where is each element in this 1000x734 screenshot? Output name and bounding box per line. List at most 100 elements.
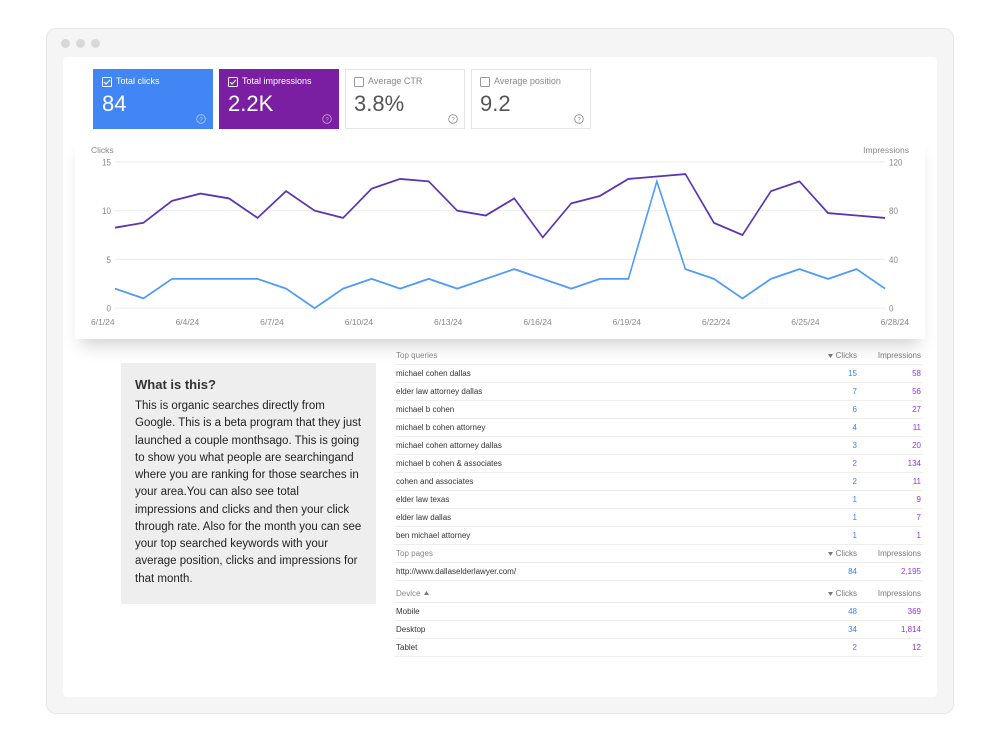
row-impressions: 1 bbox=[857, 531, 921, 540]
row-clicks: 3 bbox=[801, 441, 857, 450]
col-clicks[interactable]: Clicks bbox=[801, 549, 857, 558]
row-impressions: 11 bbox=[857, 423, 921, 432]
metric-card[interactable]: Total clicks84? bbox=[93, 69, 213, 129]
help-icon[interactable]: ? bbox=[574, 114, 584, 124]
help-icon[interactable]: ? bbox=[196, 114, 206, 124]
table-header: Top pagesClicksImpressions bbox=[394, 545, 923, 563]
svg-text:5: 5 bbox=[107, 254, 112, 265]
table-row[interactable]: ben michael attorney11 bbox=[394, 527, 923, 545]
metric-label: Average CTR bbox=[368, 76, 422, 87]
row-impressions: 27 bbox=[857, 405, 921, 414]
row-label: http://www.dallaselderlawyer.com/ bbox=[396, 567, 801, 576]
sort-asc-icon[interactable] bbox=[423, 590, 430, 597]
explainer-card: What is this? This is organic searches d… bbox=[121, 363, 376, 604]
table-title: Top queries bbox=[396, 351, 801, 360]
row-label: michael cohen dallas bbox=[396, 369, 801, 378]
x-tick-label: 6/1/24 bbox=[91, 317, 115, 327]
table-row[interactable]: cohen and associates211 bbox=[394, 473, 923, 491]
x-tick-label: 6/13/24 bbox=[434, 317, 462, 327]
metric-card[interactable]: Total impressions2.2K? bbox=[219, 69, 339, 129]
col-clicks[interactable]: Clicks bbox=[801, 589, 857, 598]
checkbox-icon bbox=[480, 77, 490, 87]
row-impressions: 58 bbox=[857, 369, 921, 378]
table-row[interactable]: michael cohen dallas1558 bbox=[394, 365, 923, 383]
svg-text:40: 40 bbox=[889, 254, 898, 265]
table-row[interactable]: michael b cohen & associates2134 bbox=[394, 455, 923, 473]
y-axis-left-label: Clicks bbox=[91, 145, 114, 155]
row-clicks: 48 bbox=[801, 607, 857, 616]
table-row[interactable]: michael b cohen attorney411 bbox=[394, 419, 923, 437]
table-row[interactable]: Mobile48369 bbox=[394, 603, 923, 621]
row-clicks: 2 bbox=[801, 477, 857, 486]
col-impressions[interactable]: Impressions bbox=[857, 549, 921, 558]
table-row[interactable]: elder law attorney dallas756 bbox=[394, 383, 923, 401]
row-clicks: 4 bbox=[801, 423, 857, 432]
row-impressions: 134 bbox=[857, 459, 921, 468]
row-clicks: 6 bbox=[801, 405, 857, 414]
row-impressions: 56 bbox=[857, 387, 921, 396]
row-label: michael b cohen attorney bbox=[396, 423, 801, 432]
explainer-heading: What is this? bbox=[135, 377, 362, 392]
svg-text:0: 0 bbox=[889, 303, 894, 314]
row-label: elder law texas bbox=[396, 495, 801, 504]
performance-chart: Clicks Impressions 05101504080120 6/1/24… bbox=[75, 135, 925, 339]
table-header: Device ClicksImpressions bbox=[394, 585, 923, 603]
row-impressions: 369 bbox=[857, 607, 921, 616]
row-clicks: 1 bbox=[801, 495, 857, 504]
row-impressions: 20 bbox=[857, 441, 921, 450]
window-minimize-icon[interactable] bbox=[76, 39, 85, 48]
browser-frame: Total clicks84?Total impressions2.2K?Ave… bbox=[46, 28, 954, 714]
row-clicks: 34 bbox=[801, 625, 857, 634]
table-row[interactable]: Desktop341,814 bbox=[394, 621, 923, 639]
x-tick-label: 6/7/24 bbox=[260, 317, 284, 327]
row-label: elder law dallas bbox=[396, 513, 801, 522]
metric-card[interactable]: Average position9.2? bbox=[471, 69, 591, 129]
help-icon[interactable]: ? bbox=[322, 114, 332, 124]
table-row[interactable]: michael cohen attorney dallas320 bbox=[394, 437, 923, 455]
x-tick-label: 6/22/24 bbox=[702, 317, 730, 327]
window-zoom-icon[interactable] bbox=[91, 39, 100, 48]
table-title: Device bbox=[396, 589, 801, 598]
table-row[interactable]: Tablet212 bbox=[394, 639, 923, 657]
checkbox-icon bbox=[102, 77, 112, 87]
window-close-icon[interactable] bbox=[61, 39, 70, 48]
row-label: Desktop bbox=[396, 625, 801, 634]
lower-section: What is this? This is organic searches d… bbox=[71, 363, 929, 657]
table-row[interactable]: elder law dallas17 bbox=[394, 509, 923, 527]
row-label: ben michael attorney bbox=[396, 531, 801, 540]
col-impressions[interactable]: Impressions bbox=[857, 589, 921, 598]
sort-desc-icon bbox=[827, 550, 834, 557]
x-tick-label: 6/4/24 bbox=[176, 317, 200, 327]
metric-card[interactable]: Average CTR3.8%? bbox=[345, 69, 465, 129]
x-tick-label: 6/28/24 bbox=[881, 317, 909, 327]
checkbox-icon bbox=[228, 77, 238, 87]
table-row[interactable]: http://www.dallaselderlawyer.com/842,195 bbox=[394, 563, 923, 581]
row-clicks: 7 bbox=[801, 387, 857, 396]
table-row[interactable]: elder law texas19 bbox=[394, 491, 923, 509]
row-impressions: 12 bbox=[857, 643, 921, 652]
table-header: Top queriesClicksImpressions bbox=[394, 347, 923, 365]
row-label: michael b cohen & associates bbox=[396, 459, 801, 468]
row-impressions: 9 bbox=[857, 495, 921, 504]
data-tables: Top queriesClicksImpressionsmichael cohe… bbox=[394, 347, 929, 657]
x-tick-label: 6/25/24 bbox=[791, 317, 819, 327]
row-clicks: 1 bbox=[801, 513, 857, 522]
row-impressions: 7 bbox=[857, 513, 921, 522]
metric-card-row: Total clicks84?Total impressions2.2K?Ave… bbox=[71, 65, 929, 129]
table-row[interactable]: michael b cohen627 bbox=[394, 401, 923, 419]
x-tick-label: 6/16/24 bbox=[523, 317, 551, 327]
checkbox-icon bbox=[354, 77, 364, 87]
help-icon[interactable]: ? bbox=[448, 114, 458, 124]
row-impressions: 1,814 bbox=[857, 625, 921, 634]
row-clicks: 1 bbox=[801, 531, 857, 540]
row-label: michael cohen attorney dallas bbox=[396, 441, 801, 450]
row-clicks: 84 bbox=[801, 567, 857, 576]
row-clicks: 2 bbox=[801, 643, 857, 652]
svg-text:120: 120 bbox=[889, 157, 903, 168]
col-clicks[interactable]: Clicks bbox=[801, 351, 857, 360]
x-axis-labels: 6/1/246/4/246/7/246/10/246/13/246/16/246… bbox=[91, 315, 909, 327]
row-label: Tablet bbox=[396, 643, 801, 652]
line-chart-svg: 05101504080120 bbox=[91, 155, 909, 315]
metric-label: Total impressions bbox=[242, 76, 312, 87]
col-impressions[interactable]: Impressions bbox=[857, 351, 921, 360]
